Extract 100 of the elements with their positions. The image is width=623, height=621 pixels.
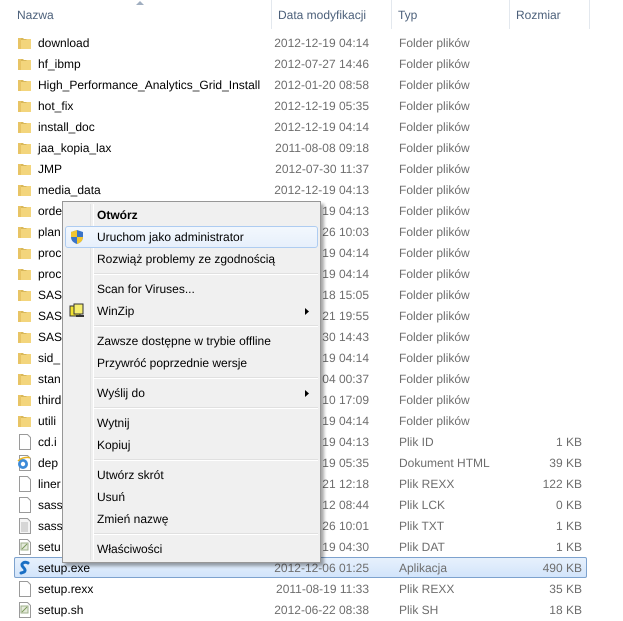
modified-date: 2012-12-19 04:14 — [274, 120, 369, 134]
file-name[interactable]: sass — [38, 498, 63, 512]
modified-date: 26 10:01 — [322, 518, 369, 532]
modified-date: 19 04:14 — [322, 414, 369, 428]
modified-date: 19 05:35 — [322, 456, 369, 470]
file-name[interactable]: orde — [38, 204, 62, 218]
file-name[interactable]: setup.sh — [38, 602, 84, 616]
modified-date: 21 12:18 — [322, 476, 369, 490]
script-file-icon — [17, 602, 33, 618]
file-name[interactable]: plan — [38, 224, 61, 238]
modified-date: 18 15:05 — [322, 288, 369, 302]
file-type: Folder plików — [398, 204, 471, 218]
file-name[interactable]: hot_fix — [38, 98, 74, 112]
menu-item[interactable]: Uruchom jako administrator — [65, 226, 318, 248]
menu-item[interactable]: Rozwiąż problemy ze zgodnością — [65, 248, 318, 270]
file-name[interactable]: SAS — [38, 330, 62, 344]
file-name[interactable]: SAS — [38, 308, 62, 322]
menu-item[interactable]: Przywróć poprzednie wersje — [65, 352, 318, 374]
modified-date: 2011-08-08 09:18 — [275, 140, 369, 154]
file-name[interactable]: proc — [38, 246, 62, 260]
menu-item[interactable]: Scan for Viruses... — [65, 278, 318, 300]
file-type: Plik SH — [398, 602, 440, 616]
file-name[interactable]: JMP — [38, 162, 62, 176]
file-name[interactable]: High_Performance_Analytics_Grid_Install — [38, 78, 260, 92]
submenu-arrow-icon — [305, 390, 309, 397]
submenu-arrow-icon — [305, 308, 309, 315]
menu-item[interactable]: Zawsze dostępne w trybie offline — [65, 330, 318, 352]
file-type: Folder plików — [398, 246, 471, 260]
menu-item[interactable]: Utwórz skrót — [65, 464, 318, 486]
file-size: 0 KB — [554, 498, 583, 512]
menu-item[interactable]: WinZip — [65, 300, 318, 322]
modified-date: 04 00:37 — [322, 372, 369, 386]
file-type: Folder plików — [398, 414, 471, 428]
file-name[interactable]: install_doc — [38, 120, 95, 134]
file-size: 1 KB — [554, 518, 583, 532]
modified-date: 12 08:44 — [322, 498, 369, 512]
file-size: 35 KB — [548, 582, 583, 596]
file-name[interactable]: jaa_kopia_lax — [38, 140, 112, 154]
file-name[interactable]: utili — [38, 414, 56, 428]
file-type: Folder plików — [398, 392, 471, 406]
file-name[interactable]: sass — [38, 518, 63, 532]
modified-date: 19 04:30 — [322, 540, 369, 554]
sort-caret-icon — [136, 1, 144, 5]
file-type: Folder plików — [398, 98, 471, 112]
file-name[interactable]: proc — [38, 266, 62, 280]
file-type: Folder plików — [398, 78, 471, 92]
file-name[interactable]: sid_ — [38, 350, 60, 364]
modified-date: 19 04:13 — [322, 204, 369, 218]
modified-date: 2012-12-19 05:35 — [274, 98, 369, 112]
file-size: 490 KB — [542, 560, 583, 574]
file-type: Folder plików — [398, 330, 471, 344]
menu-item[interactable]: Kopiuj — [65, 434, 318, 456]
modified-date: 2012-01-20 08:58 — [274, 78, 369, 92]
file-type: Folder plików — [398, 182, 471, 196]
file-type: Plik ID — [398, 434, 435, 448]
file-size: 39 KB — [548, 456, 583, 470]
menu-item[interactable]: Zmień nazwę — [65, 508, 318, 530]
column-header[interactable]: Typ — [392, 0, 510, 29]
modified-date: 2012-12-19 04:14 — [274, 36, 369, 50]
modified-date: 2012-12-19 04:13 — [274, 182, 369, 196]
file-name[interactable]: stan — [38, 372, 61, 386]
file-name[interactable]: download — [38, 36, 90, 50]
file-icon — [17, 580, 33, 596]
menu-item[interactable]: Otwórz — [65, 204, 318, 226]
modified-date: 19 04:14 — [322, 350, 369, 364]
file-type: Plik LCK — [398, 498, 446, 512]
file-name[interactable]: setup.exe — [38, 560, 90, 574]
file-type: Folder plików — [398, 162, 471, 176]
file-name[interactable]: dep — [38, 456, 58, 470]
column-header[interactable]: Data modyfikacji — [272, 0, 392, 29]
file-type: Plik TXT — [398, 518, 446, 532]
modified-date: 19 04:13 — [322, 434, 369, 448]
file-type: Folder plików — [398, 308, 471, 322]
file-icon — [17, 434, 33, 450]
file-type: Folder plików — [398, 120, 471, 134]
file-name[interactable]: media_data — [38, 182, 101, 196]
file-icon — [17, 476, 33, 492]
file-size: 1 KB — [554, 540, 583, 554]
file-type: Folder plików — [398, 350, 471, 364]
menu-item[interactable]: Wytnij — [65, 412, 318, 434]
file-name[interactable]: third — [38, 392, 62, 406]
file-type: Folder plików — [398, 36, 471, 50]
menu-item[interactable]: Wyślij do — [65, 382, 318, 404]
menu-item[interactable]: Właściwości — [65, 538, 318, 560]
file-name[interactable]: hf_ibmp — [38, 56, 81, 70]
file-name[interactable]: liner — [38, 476, 61, 490]
file-type: Plik REXX — [398, 582, 456, 596]
column-header[interactable]: Rozmiar — [510, 0, 590, 29]
shield-icon — [69, 229, 85, 245]
file-name[interactable]: SAS — [38, 288, 62, 302]
file-type: Folder plików — [398, 140, 471, 154]
menu-item[interactable]: Usuń — [65, 486, 318, 508]
modified-date: 21 19:55 — [322, 308, 369, 322]
file-name[interactable]: setu — [38, 540, 61, 554]
modified-date: 2012-06-22 08:38 — [274, 602, 369, 616]
modified-date: 2012-07-27 14:46 — [274, 56, 369, 70]
file-name[interactable]: setup.rexx — [38, 582, 94, 596]
file-type: Folder plików — [398, 56, 471, 70]
modified-date: 10 17:09 — [322, 392, 369, 406]
file-name[interactable]: cd.i — [38, 434, 57, 448]
